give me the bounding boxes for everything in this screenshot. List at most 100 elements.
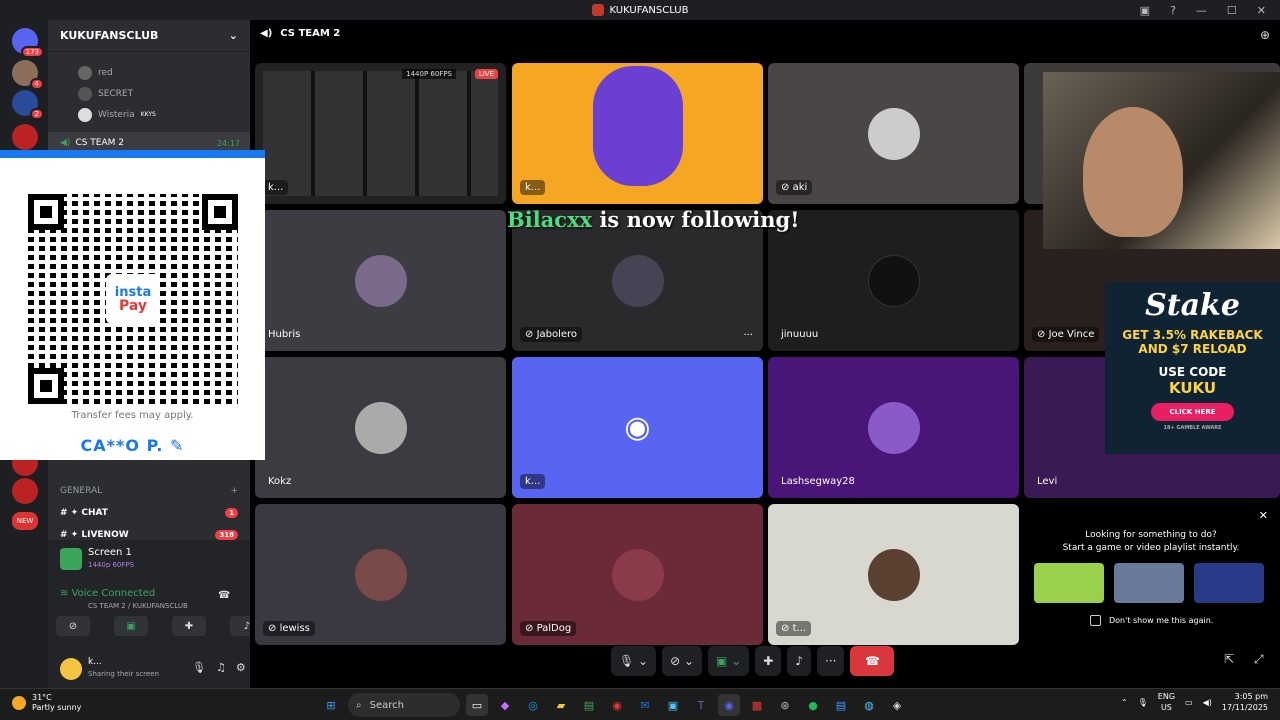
app-icon[interactable]: ▣ xyxy=(662,694,684,716)
qr-note: Transfer fees may apply. xyxy=(71,410,194,421)
app-icon[interactable]: ◍ xyxy=(858,694,880,716)
avatar xyxy=(867,107,920,160)
instapay-logo: insta Pay xyxy=(106,274,160,324)
app-icon[interactable]: ⊛ xyxy=(774,694,796,716)
speaker-icon: ◀) xyxy=(260,28,273,39)
soundboard-button[interactable]: ♪ xyxy=(787,646,811,676)
activity-thumbnail[interactable] xyxy=(1194,563,1264,603)
server-home[interactable]: 173 xyxy=(12,28,44,58)
discord-icon[interactable]: ◉ xyxy=(718,694,740,716)
chevron-up-icon[interactable]: ⌃ xyxy=(1121,698,1128,707)
clock[interactable]: 3:05 pm 17/11/2025 xyxy=(1222,692,1268,714)
file-explorer-icon[interactable]: ▰ xyxy=(550,694,572,716)
network-icon[interactable]: ▭ xyxy=(1185,698,1193,707)
mail-icon[interactable]: ✉ xyxy=(634,694,656,716)
popout-icon[interactable]: ⇱ xyxy=(1224,652,1234,666)
activities-button[interactable]: ✚ xyxy=(172,616,206,636)
minimize-button[interactable]: — xyxy=(1196,4,1207,17)
threads-icon[interactable]: ⊕ xyxy=(1260,28,1270,42)
participant-tile[interactable]: ⊘ aki xyxy=(768,63,1019,204)
gear-icon[interactable]: ⚙ xyxy=(236,661,246,674)
app-icon[interactable]: ▩ xyxy=(746,694,768,716)
store-icon[interactable]: ▤ xyxy=(578,694,600,716)
search-box[interactable]: ⌕ Search xyxy=(348,693,460,717)
avatar xyxy=(867,548,920,601)
activities-button[interactable]: ✚ xyxy=(755,646,782,676)
server-item[interactable]: 2 xyxy=(12,90,44,120)
participant-tile[interactable]: k... xyxy=(512,63,763,204)
window-title: KUKUFANSCLUB xyxy=(609,4,689,16)
steam-icon[interactable]: ◈ xyxy=(886,694,908,716)
fullscreen-icon[interactable]: ⤢ xyxy=(1254,652,1264,667)
screen-share-panel[interactable]: Screen 1 1440p 60FPS xyxy=(48,540,250,580)
participant-tile[interactable]: Kokz xyxy=(255,357,506,498)
microphone-icon[interactable]: 🎙 xyxy=(1138,698,1148,707)
activity-thumbnail[interactable] xyxy=(1034,563,1104,603)
activity-thumbnail[interactable] xyxy=(1114,563,1184,603)
server-item[interactable] xyxy=(12,478,38,504)
stream-tile[interactable]: 1440P 60FPS LIVE k... xyxy=(255,63,506,204)
pencil-icon[interactable]: ✎ xyxy=(170,436,184,455)
astronaut-avatar xyxy=(592,66,683,187)
more-button[interactable]: ··· xyxy=(817,646,845,676)
stake-ad[interactable]: Stake GET 3.5% RAKEBACK AND $7 RELOAD USE… xyxy=(1105,282,1280,454)
chrome-icon[interactable]: ◉ xyxy=(606,694,628,716)
ad-click-button[interactable]: CLICK HERE xyxy=(1151,402,1234,421)
inbox-icon[interactable]: ▣ xyxy=(1140,4,1150,17)
voice-user[interactable]: red xyxy=(48,62,250,83)
microphone-button[interactable]: 🎙 ⌄ xyxy=(611,646,657,676)
qr-finder xyxy=(28,194,64,230)
add-channel-icon[interactable]: + xyxy=(230,486,238,496)
spotify-icon[interactable]: ● xyxy=(802,694,824,716)
logo-text: insta xyxy=(114,284,152,300)
notepad-icon[interactable]: ▤ xyxy=(830,694,852,716)
participant-tile[interactable]: ⊘ lewiss xyxy=(255,504,506,645)
voice-user[interactable]: SECRET xyxy=(48,83,250,104)
maximize-button[interactable]: ☐ xyxy=(1227,4,1237,17)
stage-title: CS TEAM 2 xyxy=(280,28,341,39)
participant-tile[interactable]: ⊘ PalDog xyxy=(512,504,763,645)
voice-user-name: SECRET xyxy=(98,88,134,99)
screen-share-button[interactable]: ▣ ⌄ xyxy=(708,646,750,676)
participant-tile[interactable]: Lashsegway28 xyxy=(768,357,1019,498)
windows-start-icon[interactable]: ⊞ xyxy=(320,694,342,716)
tile-label: ⊘ t... xyxy=(776,621,812,636)
edge-icon[interactable]: ◎ xyxy=(522,694,544,716)
ad-footer: 18+ GAMBLE AWARE xyxy=(1163,424,1222,431)
task-view-icon[interactable]: ▭ xyxy=(466,694,488,716)
qr-code: insta Pay xyxy=(28,194,238,404)
close-button[interactable]: ✕ xyxy=(1257,4,1266,17)
screen-share-button[interactable]: ▣ xyxy=(114,616,148,636)
headphones-icon[interactable]: ♫ xyxy=(216,661,226,674)
avatar[interactable] xyxy=(60,658,82,680)
teams-icon[interactable]: T xyxy=(690,694,712,716)
participant-tile[interactable]: jinuuuu xyxy=(768,210,1019,351)
server-header[interactable]: KUKUFANSCLUB ⌄ xyxy=(48,20,250,52)
unread-badge: 1 xyxy=(225,508,238,518)
server-item-active[interactable] xyxy=(12,124,38,150)
disconnect-button[interactable]: ☎ xyxy=(850,646,895,676)
tile-name: Hubris xyxy=(268,329,301,340)
volume-icon[interactable]: ◀) xyxy=(1203,698,1212,707)
camera-button[interactable]: ⊘ ⌄ xyxy=(662,646,703,676)
participant-tile[interactable]: ⊘ t... xyxy=(768,504,1019,645)
voice-user[interactable]: Wisteria KKYS xyxy=(48,104,250,125)
copilot-icon[interactable]: ◆ xyxy=(494,694,516,716)
camera-off-button[interactable]: ⊘ xyxy=(56,616,90,636)
checkbox[interactable] xyxy=(1090,615,1101,626)
disconnect-icon[interactable]: ☎ xyxy=(218,590,230,601)
close-icon[interactable]: ✕ xyxy=(1259,509,1268,522)
dont-show-option[interactable]: Don't show me this again. xyxy=(1090,615,1213,626)
participant-tile[interactable]: Hubris xyxy=(255,210,506,351)
participant-tile[interactable]: ◉ k... xyxy=(512,357,763,498)
server-item[interactable]: 4 xyxy=(12,60,44,90)
more-options-icon[interactable]: ··· xyxy=(743,330,753,341)
weather-widget[interactable]: 31°C Partly sunny xyxy=(12,693,81,714)
microphone-icon[interactable]: 🎙 xyxy=(192,661,206,674)
channel-chat-label: # ✦ CHAT xyxy=(60,508,108,518)
language-indicator[interactable]: ENG US xyxy=(1158,692,1175,713)
help-icon[interactable]: ? xyxy=(1170,4,1176,17)
category-general[interactable]: GENERAL + xyxy=(48,480,250,502)
voice-timer: 24:17 xyxy=(216,138,240,148)
channel-chat[interactable]: # ✦ CHAT 1 xyxy=(48,502,250,524)
